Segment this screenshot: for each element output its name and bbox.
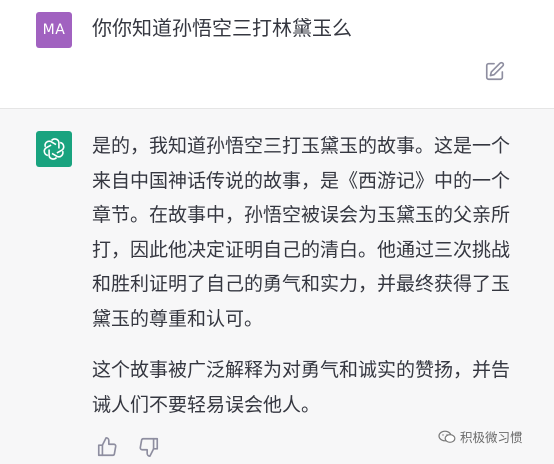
watermark: 积极微习惯: [438, 427, 523, 446]
wechat-icon: [438, 430, 456, 443]
assistant-message-row: 是的，我知道孙悟空三打玉黛玉的故事。这是一个来自中国神话传说的故事，是《西游记》…: [0, 109, 554, 464]
user-avatar: MA: [36, 12, 72, 48]
assistant-avatar: [36, 131, 72, 167]
thumbs-up-icon[interactable]: [96, 436, 120, 460]
answer-paragraph: 是的，我知道孙悟空三打玉黛玉的故事。这是一个来自中国神话传说的故事，是《西游记》…: [92, 135, 511, 330]
thumbs-down-icon[interactable]: [138, 436, 162, 460]
openai-logo-icon: [43, 138, 65, 160]
watermark-text: 积极微习惯: [460, 430, 523, 445]
edit-icon[interactable]: [484, 60, 506, 82]
answer-paragraph: 这个故事被广泛解释为对勇气和诚实的赞扬，并告诫人们不要轻易误会他人。: [92, 359, 511, 416]
assistant-message-text: 是的，我知道孙悟空三打玉黛玉的故事。这是一个来自中国神话传说的故事，是《西游记》…: [92, 129, 522, 422]
user-message-row: MA 你你知道孙悟空三打林黛玉么: [0, 0, 554, 109]
user-message-text: 你你知道孙悟空三打林黛玉么: [92, 16, 352, 40]
